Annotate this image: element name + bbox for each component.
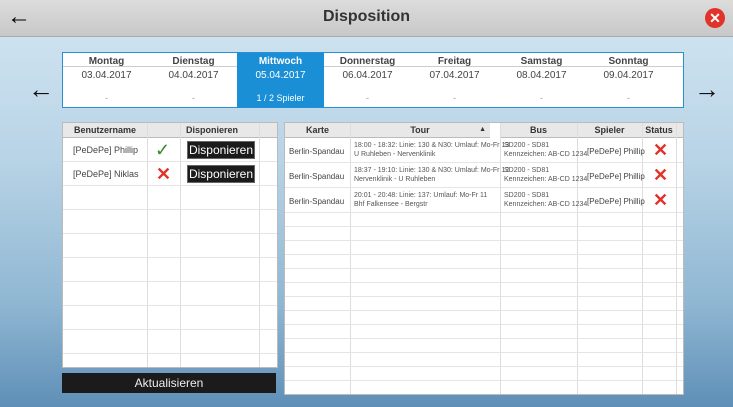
day-wednesday[interactable]: Mittwoch 05.04.2017 1 / 2 Spieler: [237, 53, 324, 107]
day-thursday[interactable]: Donnerstag 06.04.2017 -: [324, 53, 411, 107]
remove-icon[interactable]: ✕: [653, 166, 668, 184]
empty-row: [285, 269, 683, 283]
day-date: 07.04.2017: [429, 70, 480, 81]
day-count: -: [627, 93, 630, 103]
day-date: 04.04.2017: [168, 70, 219, 81]
tour-line-1: 20:01 - 20:48: Linie: 137: Umlauf: Mo-Fr…: [354, 192, 488, 199]
empty-row: [285, 353, 683, 367]
bus-line-2: Kennzeichen: AB-CD 1234: [504, 201, 588, 208]
table-row[interactable]: Berlin-Spandau 18:00 - 18:32: Linie: 130…: [285, 138, 683, 163]
tour-line-2: Nervenklinik - U Ruhleben: [354, 176, 436, 183]
empty-row: [285, 325, 683, 339]
cross-icon: ✕: [156, 164, 172, 184]
day-saturday[interactable]: Samstag 08.04.2017 -: [498, 53, 585, 107]
day-count: -: [540, 93, 543, 103]
next-week-arrow-icon[interactable]: →: [690, 74, 724, 104]
dispose-button[interactable]: Disponieren: [187, 141, 255, 159]
column-header-dispose: Disponieren: [147, 123, 277, 138]
day-name: Freitag: [437, 56, 472, 67]
map-cell: Berlin-Spandau: [289, 197, 345, 206]
column-header-status: Status: [642, 123, 676, 138]
empty-row: [285, 213, 683, 227]
row-divider: [63, 329, 277, 330]
row-divider: [63, 305, 277, 306]
row-divider: [63, 281, 277, 282]
day-name: Samstag: [520, 56, 563, 67]
dispose-button[interactable]: Disponieren: [187, 165, 255, 183]
bus-line-1: SD200 - SD81: [504, 192, 550, 199]
bus-line-2: Kennzeichen: AB-CD 1234: [504, 151, 588, 158]
header-filler: [676, 123, 683, 138]
day-count: -: [105, 93, 108, 103]
empty-row: [285, 339, 683, 353]
title-bar: ← Disposition ✕: [0, 0, 733, 37]
empty-row: [285, 255, 683, 269]
column-header-player: Spieler: [577, 123, 642, 138]
remove-icon[interactable]: ✕: [653, 141, 668, 159]
check-icon: ✓: [155, 140, 171, 160]
username-cell: [PeDePe] Niklas: [73, 169, 139, 179]
empty-row: [285, 311, 683, 325]
day-count: -: [453, 93, 456, 103]
map-cell: Berlin-Spandau: [289, 147, 345, 156]
page-title: Disposition: [322, 8, 411, 25]
bus-line-2: Kennzeichen: AB-CD 1234: [504, 176, 588, 183]
row-divider: [63, 233, 277, 234]
tour-line-1: 18:37 - 19:10: Linie: 130 & N30: Umlauf:…: [354, 167, 510, 174]
player-cell: [PeDePe] Phillip: [587, 197, 645, 206]
table-row[interactable]: Berlin-Spandau 20:01 - 20:48: Linie: 137…: [285, 188, 683, 213]
table-row[interactable]: [PeDePe] Phillip ✓ Disponieren: [63, 138, 277, 162]
tour-line-1: 18:00 - 18:32: Linie: 130 & N30: Umlauf:…: [354, 142, 510, 149]
day-date: 03.04.2017: [81, 70, 132, 81]
day-count: -: [366, 93, 369, 103]
row-divider: [63, 353, 277, 354]
day-name: Dienstag: [172, 56, 215, 67]
player-cell: [PeDePe] Phillip: [587, 172, 645, 181]
tours-table: Karte Tour ▲ Bus Spieler Status Berlin-S…: [284, 122, 684, 395]
row-divider: [63, 257, 277, 258]
close-icon[interactable]: ✕: [705, 8, 725, 28]
tour-header-label: Tour: [410, 125, 430, 135]
empty-row: [285, 227, 683, 241]
empty-row: [285, 283, 683, 297]
column-header-map: Karte: [285, 123, 350, 138]
refresh-button[interactable]: Aktualisieren: [62, 373, 276, 393]
player-cell: [PeDePe] Phillip: [587, 147, 645, 156]
column-header-username: Benutzername: [63, 123, 147, 138]
table-row[interactable]: [PeDePe] Niklas ✕ Disponieren: [63, 162, 277, 186]
bus-line-1: SD200 - SD81: [504, 167, 550, 174]
day-name: Sonntag: [608, 56, 649, 67]
users-table: Benutzername Disponieren [PeDePe] Philli…: [62, 122, 278, 368]
day-tuesday[interactable]: Dienstag 04.04.2017 -: [150, 53, 237, 107]
row-divider: [63, 209, 277, 210]
tour-line-2: Bhf Falkensee - Bergstr: [354, 201, 428, 208]
week-day-selector: Montag 03.04.2017 - Dienstag 04.04.2017 …: [62, 52, 684, 108]
empty-row: [285, 367, 683, 381]
day-monday[interactable]: Montag 03.04.2017 -: [63, 53, 150, 107]
day-date: 05.04.2017: [255, 70, 306, 81]
day-name: Donnerstag: [339, 56, 396, 67]
day-friday[interactable]: Freitag 07.04.2017 -: [411, 53, 498, 107]
day-date: 06.04.2017: [342, 70, 393, 81]
column-header-bus: Bus: [500, 123, 577, 138]
day-count: 1 / 2 Spieler: [256, 93, 305, 103]
day-sunday[interactable]: Sonntag 09.04.2017 -: [585, 53, 672, 107]
day-date: 08.04.2017: [516, 70, 567, 81]
sort-ascending-icon[interactable]: ▲: [479, 123, 486, 137]
column-header-tour[interactable]: Tour ▲: [350, 123, 490, 138]
day-name: Montag: [88, 56, 125, 67]
username-cell: [PeDePe] Phillip: [73, 145, 139, 155]
remove-icon[interactable]: ✕: [653, 191, 668, 209]
tour-line-2: U Ruhleben - Nervenklinik: [354, 151, 436, 158]
bus-line-1: SD200 - SD81: [504, 142, 550, 149]
day-date: 09.04.2017: [603, 70, 654, 81]
day-count: -: [192, 93, 195, 103]
table-row[interactable]: Berlin-Spandau 18:37 - 19:10: Linie: 130…: [285, 163, 683, 188]
day-name: Mittwoch: [258, 56, 303, 67]
prev-week-arrow-icon[interactable]: ←: [24, 74, 58, 104]
empty-row: [285, 241, 683, 255]
empty-row: [285, 297, 683, 311]
map-cell: Berlin-Spandau: [289, 172, 345, 181]
